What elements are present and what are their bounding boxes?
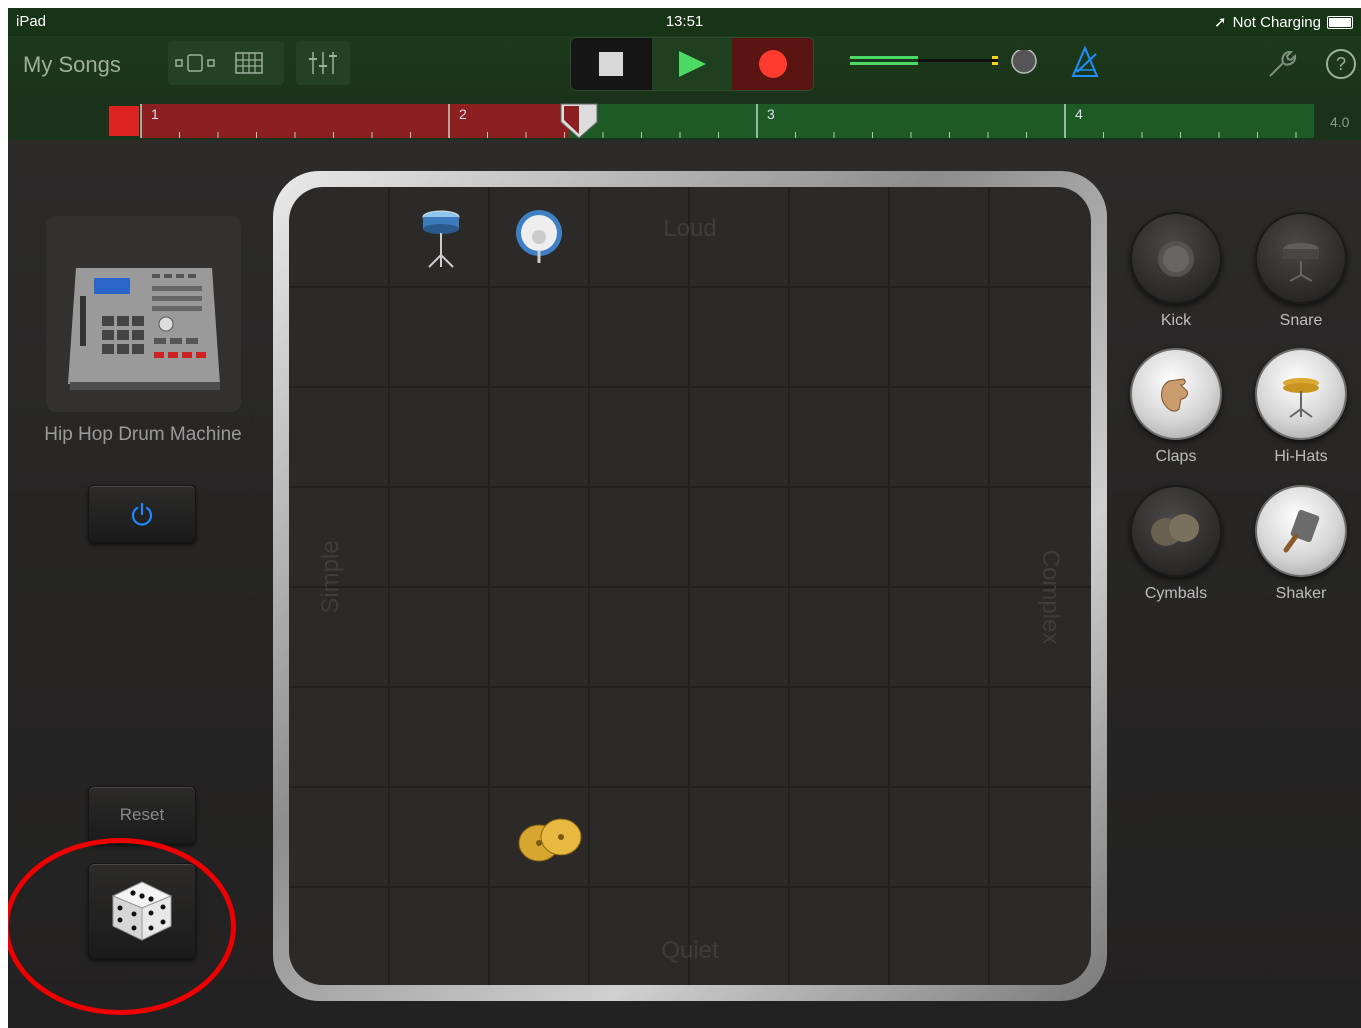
pad-label-right: Complex	[1037, 549, 1064, 645]
transport-controls	[570, 37, 814, 91]
power-button[interactable]	[88, 485, 196, 543]
instrument-name: Hip Hop Drum Machine	[44, 424, 242, 445]
drum-claps-button[interactable]: Claps	[1130, 348, 1222, 466]
drum-snare-button[interactable]: Snare	[1255, 212, 1347, 330]
xy-pad-frame: Loud Quiet Simple Complex	[273, 171, 1107, 1001]
garageband-app: iPad 13:51 ➚ Not Charging My Songs ? 1 2…	[8, 8, 1361, 1028]
instrument-card[interactable]	[46, 216, 241, 412]
ruler-ticks	[140, 103, 1297, 139]
snare-drum-icon	[422, 210, 460, 268]
drum-label: Kick	[1160, 312, 1192, 329]
instrument-view-button[interactable]	[168, 41, 222, 85]
metronome-icon	[1071, 45, 1099, 77]
battery-icon	[1327, 15, 1353, 29]
pad-label-top: Loud	[663, 215, 717, 242]
stop-button[interactable]	[571, 38, 652, 90]
volume-meter-icon	[850, 50, 1037, 74]
power-icon	[131, 502, 153, 526]
location-icon: ➚	[1214, 14, 1227, 31]
mixer-group	[296, 41, 350, 85]
status-bar: iPad 13:51 ➚ Not Charging	[8, 8, 1361, 36]
drum-label: Snare	[1279, 312, 1323, 329]
help-icon: ?	[1326, 49, 1356, 79]
settings-button[interactable]	[1266, 48, 1298, 85]
drum-hihats-button[interactable]: Hi-Hats	[1255, 348, 1347, 466]
drum-label: Hi-Hats	[1274, 448, 1328, 465]
reset-label: Reset	[119, 805, 165, 824]
cymbals-icon	[1130, 485, 1222, 577]
master-volume[interactable]	[850, 50, 1050, 74]
battery-status: ➚ Not Charging	[1214, 13, 1353, 31]
clock: 13:51	[665, 13, 704, 30]
kick-drum-icon	[516, 210, 562, 263]
drum-label: Claps	[1155, 448, 1197, 465]
hihat-icon	[1255, 348, 1347, 440]
shaker-icon	[1255, 485, 1347, 577]
pad-label-left: Simple	[317, 540, 344, 614]
drum-label: Cymbals	[1144, 585, 1208, 602]
bar-number: 1	[151, 106, 159, 122]
control-bar: My Songs ?	[8, 36, 1361, 102]
bar-number: 3	[767, 106, 775, 122]
kick-puck[interactable]	[514, 205, 564, 272]
reset-button[interactable]: Reset	[88, 786, 196, 844]
drum-label: Shaker	[1275, 585, 1327, 602]
complexity-loudness-pad[interactable]: Loud Quiet Simple Complex	[289, 187, 1091, 985]
cymbals-puck[interactable]	[517, 815, 585, 870]
claps-hand-icon	[1130, 348, 1222, 440]
record-button[interactable]	[732, 38, 813, 90]
snare-puck[interactable]	[421, 207, 461, 274]
bar-number: 2	[459, 106, 467, 122]
wrench-icon	[1269, 50, 1297, 77]
drum-machine-icon	[68, 268, 220, 390]
cymbals-icon	[518, 818, 582, 862]
bar-number: 4	[1075, 106, 1083, 122]
play-icon	[679, 51, 706, 77]
song-length: 4.0	[1330, 114, 1350, 130]
pad-label-bottom: Quiet	[661, 937, 719, 964]
stop-icon	[599, 52, 624, 76]
pad-grid	[289, 187, 1091, 985]
record-icon	[758, 50, 787, 78]
metronome-button[interactable]	[1070, 45, 1100, 83]
drum-cymbals-button[interactable]: Cymbals	[1130, 485, 1222, 603]
play-button[interactable]	[651, 38, 733, 90]
grid-icon	[235, 52, 263, 74]
drum-shaker-button[interactable]: Shaker	[1255, 485, 1347, 603]
svg-text:?: ?	[1336, 54, 1346, 74]
help-button[interactable]: ?	[1325, 48, 1357, 85]
battery-text: Not Charging	[1232, 13, 1321, 31]
mixer-sliders-icon	[309, 52, 337, 74]
timeline-ruler[interactable]: 1 2 3 4 4.0	[8, 102, 1361, 140]
snare-drum-icon	[1255, 212, 1347, 304]
instrument-view-icon	[175, 54, 215, 72]
red-circle-annotation	[8, 838, 236, 1015]
tracks-view-button[interactable]	[222, 41, 276, 85]
mixer-button[interactable]	[296, 41, 350, 85]
drum-kick-button[interactable]: Kick	[1130, 212, 1222, 330]
my-songs-button[interactable]: My Songs	[23, 52, 121, 78]
kick-drum-icon	[1130, 212, 1222, 304]
view-toggle-group	[168, 41, 284, 85]
